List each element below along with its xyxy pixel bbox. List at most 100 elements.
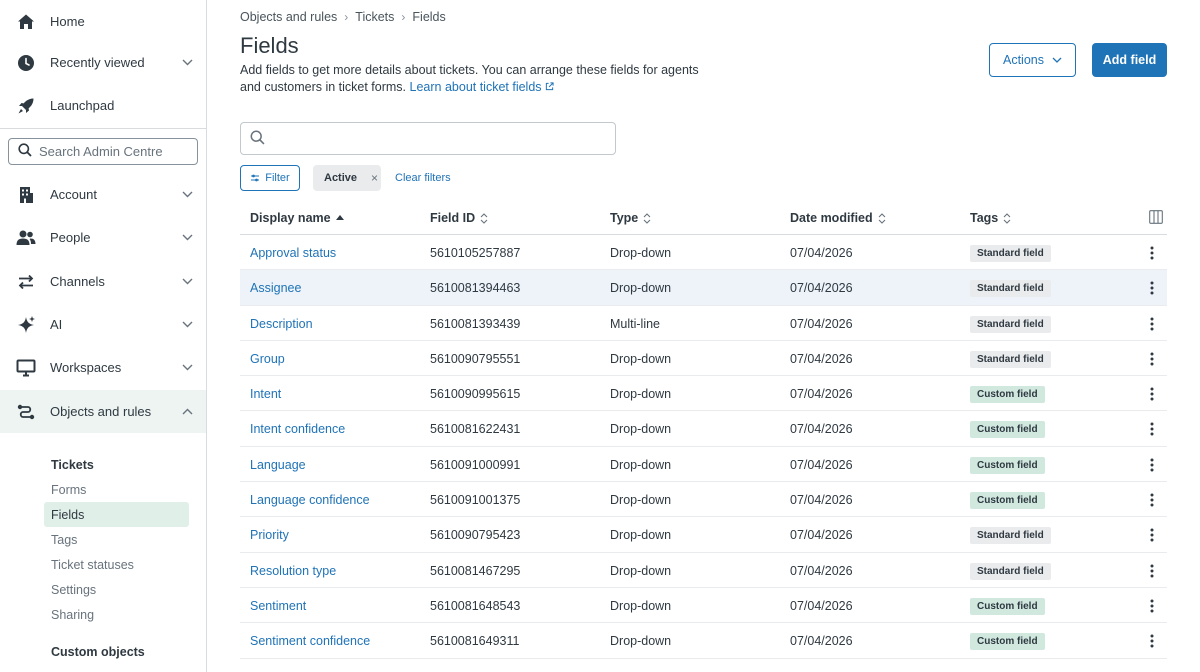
more-options-icon[interactable] xyxy=(1145,632,1159,650)
more-options-icon[interactable] xyxy=(1145,562,1159,580)
table-row[interactable]: Approval status 5610105257887 Drop-down 07/… xyxy=(240,235,1167,271)
more-options-icon[interactable] xyxy=(1145,244,1159,262)
header-display-name[interactable]: Display name xyxy=(250,211,344,225)
field-id: 5610081467295 xyxy=(430,563,521,578)
table-row[interactable]: Resolution type 5610081467295 Drop-down 07/… xyxy=(240,553,1167,588)
field-name-link[interactable]: Intent confidence xyxy=(250,422,345,436)
field-id: 5610091001375 xyxy=(430,493,521,508)
more-options-icon[interactable] xyxy=(1145,279,1159,297)
field-name-link[interactable]: Language xyxy=(250,458,306,472)
table-row[interactable]: Group 5610090795551 Drop-down 07/04/2026 Sta… xyxy=(240,341,1167,377)
field-name-link[interactable]: Approval status xyxy=(250,246,336,260)
table-row[interactable]: Intent 5610090995615 Drop-down 07/04/2026 Cu… xyxy=(240,376,1167,412)
field-type: Drop-down xyxy=(610,598,672,613)
breadcrumb-item[interactable]: Objects and rules xyxy=(240,10,337,24)
more-options-icon[interactable] xyxy=(1145,385,1159,403)
field-name-link[interactable]: Description xyxy=(250,317,313,331)
fields-search-input[interactable] xyxy=(271,131,601,146)
nav-launchpad[interactable]: Launchpad xyxy=(0,84,206,127)
active-filter-chip: Active × xyxy=(313,165,381,191)
field-date-modified: 07/04/2026 xyxy=(790,351,853,366)
field-tag-badge: Custom field xyxy=(970,386,1045,404)
clear-filters-link[interactable]: Clear filters xyxy=(395,172,451,184)
field-id: 5610081649311 xyxy=(430,634,520,649)
header-date-modified[interactable]: Date modified xyxy=(790,211,886,225)
more-options-icon[interactable] xyxy=(1145,597,1159,615)
table-row[interactable]: Description 5610081393439 Multi-line 07/04/… xyxy=(240,306,1167,341)
chevron-down-icon xyxy=(181,189,193,201)
filter-button[interactable]: Filter xyxy=(240,165,300,191)
field-tag-badge: Standard field xyxy=(970,350,1051,368)
field-name-link[interactable]: Intent xyxy=(250,387,281,401)
field-type: Multi-line xyxy=(610,316,661,331)
nav-ai[interactable]: AI xyxy=(0,303,206,346)
search-icon xyxy=(18,143,32,160)
more-options-icon[interactable] xyxy=(1145,420,1159,438)
field-name-link[interactable]: Assignee xyxy=(250,281,301,295)
table-row[interactable]: Intent confidence 5610081622431 Drop-down 0… xyxy=(240,411,1167,447)
more-options-icon[interactable] xyxy=(1145,315,1159,333)
more-options-icon[interactable] xyxy=(1145,456,1159,474)
sidebar-search[interactable] xyxy=(8,138,198,165)
breadcrumb-item[interactable]: Tickets xyxy=(355,10,394,24)
nav-home[interactable]: Home xyxy=(0,0,206,43)
learn-more-link[interactable]: Learn about ticket fields xyxy=(410,80,555,94)
field-tag-badge: Custom field xyxy=(970,597,1045,615)
header-field-id[interactable]: Field ID xyxy=(430,211,488,225)
field-name-link[interactable]: Group xyxy=(250,352,285,366)
sort-icon xyxy=(878,212,886,224)
field-type: Drop-down xyxy=(610,246,672,260)
more-options-icon[interactable] xyxy=(1145,526,1159,544)
field-id: 5610090795423 xyxy=(430,528,521,543)
table-body: Approval status 5610105257887 Drop-down 07/… xyxy=(240,235,1167,659)
table-row[interactable]: Sentiment 5610081648543 Drop-down 07/04/202… xyxy=(240,588,1167,624)
table-row[interactable]: Assignee 5610081394463 Drop-down 07/04/2026… xyxy=(240,270,1167,306)
sidebar-item-fields[interactable]: Fields xyxy=(44,502,189,527)
close-icon[interactable]: × xyxy=(371,171,378,185)
nav-channels[interactable]: Channels xyxy=(0,260,206,303)
nav-people[interactable]: People xyxy=(0,216,206,259)
field-name-link[interactable]: Sentiment xyxy=(250,599,306,613)
nav-label: Home xyxy=(50,14,85,29)
field-type: Drop-down xyxy=(610,422,672,437)
table-row[interactable]: Language confidence 5610091001375 Drop-dow… xyxy=(240,482,1167,518)
field-name-link[interactable]: Priority xyxy=(250,528,289,542)
header-label: Tags xyxy=(970,211,999,225)
arrows-icon xyxy=(16,272,36,292)
sort-ascending-icon xyxy=(335,215,344,220)
nav-workspaces[interactable]: Workspaces xyxy=(0,346,206,389)
field-name-link[interactable]: Resolution type xyxy=(250,564,336,578)
nav-account[interactable]: Account xyxy=(0,173,206,216)
field-date-modified: 07/04/2026 xyxy=(790,281,853,296)
table-row[interactable]: Language 5610091000991 Drop-down 07/04/2026… xyxy=(240,447,1167,483)
more-options-icon[interactable] xyxy=(1145,491,1159,509)
nav-label: Launchpad xyxy=(50,98,115,113)
sidebar-item-forms[interactable]: Forms xyxy=(44,477,189,502)
add-field-button[interactable]: Add field xyxy=(1092,43,1167,77)
filter-label: Filter xyxy=(265,172,290,184)
actions-button[interactable]: Actions xyxy=(989,43,1076,77)
columns-icon[interactable] xyxy=(1149,210,1163,227)
table-row[interactable]: Priority 5610090795423 Drop-down 07/04/2026… xyxy=(240,517,1167,553)
chevron-up-icon xyxy=(181,406,193,418)
field-tag-badge: Standard field xyxy=(970,315,1051,333)
field-name-link[interactable]: Language confidence xyxy=(250,493,370,507)
sort-icon xyxy=(643,212,651,224)
header-type[interactable]: Type xyxy=(610,211,651,225)
field-date-modified: 07/04/2026 xyxy=(790,422,853,437)
sidebar-search-input[interactable] xyxy=(39,144,189,159)
field-name-link[interactable]: Sentiment confidence xyxy=(250,634,370,648)
nav-label: Account xyxy=(50,187,97,202)
table-row[interactable]: Sentiment confidence 5610081649311 Drop-do… xyxy=(240,623,1167,659)
field-type: Drop-down xyxy=(610,563,672,578)
more-options-icon[interactable] xyxy=(1145,350,1159,368)
sidebar-item-settings[interactable]: Settings xyxy=(44,577,189,602)
header-tags[interactable]: Tags xyxy=(970,211,1011,225)
nav-recently-viewed[interactable]: Recently viewed xyxy=(0,41,206,84)
sidebar-item-ticket-statuses[interactable]: Ticket statuses xyxy=(44,552,189,577)
fields-search[interactable] xyxy=(240,122,616,155)
field-date-modified: 07/04/2026 xyxy=(790,387,853,402)
sidebar-item-sharing[interactable]: Sharing xyxy=(44,602,189,627)
sidebar-item-tags[interactable]: Tags xyxy=(44,527,189,552)
nav-objects-and-rules[interactable]: Objects and rules xyxy=(0,390,206,433)
